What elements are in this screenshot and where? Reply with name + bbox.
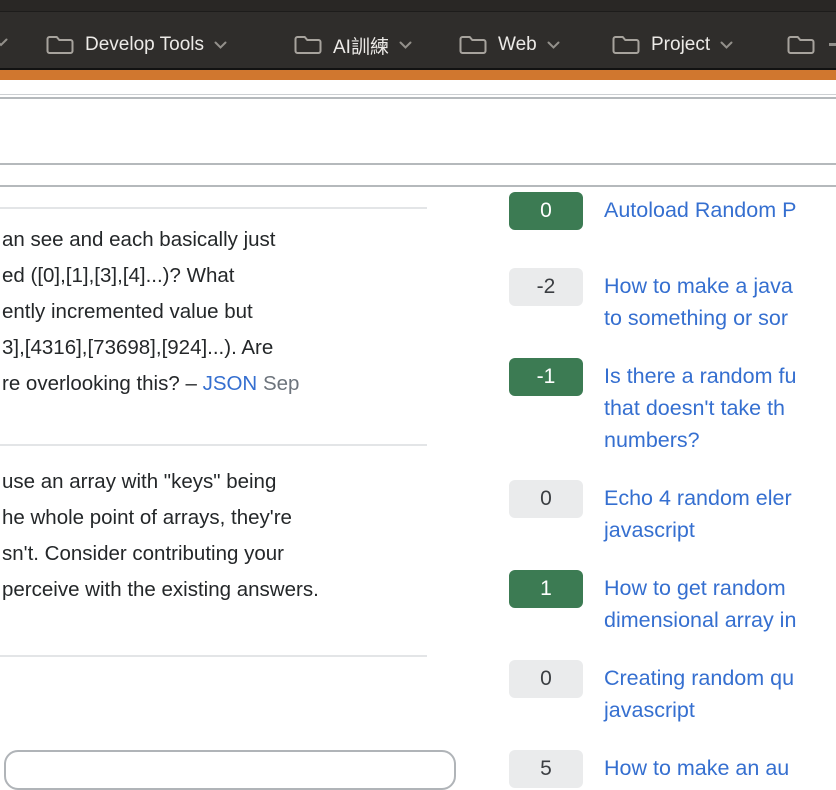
comment-text-line: ed ([0],[1],[3],[4]...)? What bbox=[2, 258, 448, 294]
comment-text-line: ently incremented value but bbox=[2, 294, 448, 330]
bookmarks-bar: Develop Tools AI訓練 Web Project bbox=[0, 0, 836, 68]
bookmark-folder-web[interactable]: Web bbox=[458, 30, 560, 60]
related-question-title-line[interactable]: Creating random qu bbox=[604, 662, 794, 694]
related-question-title-line[interactable]: dimensional array in bbox=[604, 604, 796, 636]
vote-score-badge: 0 bbox=[509, 660, 583, 698]
bookmark-label: AI訓練 bbox=[333, 32, 389, 59]
bookmark-folder-ai訓練[interactable]: AI訓練 bbox=[293, 30, 412, 60]
related-question: 1 How to get randomdimensional array in bbox=[509, 570, 836, 636]
vote-score-badge: 5 bbox=[509, 750, 583, 788]
related-question: 0 Autoload Random P bbox=[509, 192, 836, 230]
vote-score-badge: 1 bbox=[509, 570, 583, 608]
bookmark-folder-clipped[interactable] bbox=[786, 30, 816, 60]
related-question-title-line[interactable]: to something or sor bbox=[604, 302, 793, 334]
bookmark-folder-project[interactable]: Project bbox=[611, 30, 733, 60]
related-question: -2 How to make a javato something or sor bbox=[509, 268, 836, 334]
comment-1: an see and each basically justed ([0],[1… bbox=[2, 222, 448, 402]
chevron-down-icon[interactable] bbox=[0, 38, 8, 47]
chevron-down-icon bbox=[214, 41, 227, 49]
comment-text-line: he whole point of arrays, they're bbox=[2, 500, 448, 536]
related-question-title-line[interactable]: Echo 4 random eler bbox=[604, 482, 792, 514]
related-question-link[interactable]: How to make an au bbox=[604, 750, 789, 784]
bookmark-label: Project bbox=[651, 34, 710, 56]
divider bbox=[0, 444, 427, 446]
vote-score-badge: 0 bbox=[509, 480, 583, 518]
vote-score-badge: 0 bbox=[509, 192, 583, 230]
related-question: 0 Echo 4 random elerjavascript bbox=[509, 480, 836, 546]
related-question-title-line[interactable]: Autoload Random P bbox=[604, 194, 796, 226]
comment-text-line: sn't. Consider contributing your bbox=[2, 536, 448, 572]
related-question-title-line[interactable]: How to make a java bbox=[604, 270, 793, 302]
comment-input-box[interactable] bbox=[4, 750, 456, 790]
divider bbox=[0, 185, 836, 187]
divider bbox=[0, 655, 427, 657]
related-question-title-line[interactable]: numbers? bbox=[604, 424, 796, 456]
comment-text-line: perceive with the existing answers. bbox=[2, 572, 448, 608]
related-question-link[interactable]: How to get randomdimensional array in bbox=[604, 570, 796, 636]
folder-icon bbox=[611, 33, 641, 57]
comment-text: re overlooking this? – bbox=[2, 372, 203, 395]
related-question-title-line[interactable]: that doesn't take th bbox=[604, 392, 796, 424]
comment-text-line: use an array with "keys" being bbox=[2, 464, 448, 500]
vote-score-badge: -1 bbox=[509, 358, 583, 396]
theme-accent-bar bbox=[0, 70, 836, 80]
folder-icon bbox=[786, 33, 816, 57]
related-question-link[interactable]: Autoload Random P bbox=[604, 192, 796, 226]
related-question: 5 How to make an au bbox=[509, 750, 836, 788]
folder-icon bbox=[293, 33, 323, 57]
divider bbox=[0, 163, 836, 165]
comment-text-line: re overlooking this? – JSON Sep bbox=[2, 366, 448, 402]
bookmark-label: Web bbox=[498, 34, 537, 56]
chevron-down-icon bbox=[399, 41, 412, 49]
comment-author-link[interactable]: JSON bbox=[203, 372, 258, 395]
related-question-link[interactable]: Echo 4 random elerjavascript bbox=[604, 480, 792, 546]
divider bbox=[0, 207, 427, 209]
chevron-down-icon bbox=[720, 41, 733, 49]
related-question-title-line[interactable]: javascript bbox=[604, 514, 792, 546]
divider bbox=[0, 97, 836, 99]
comment-text-line: an see and each basically just bbox=[2, 222, 448, 258]
comment-date: Sep bbox=[257, 372, 299, 395]
related-question-link[interactable]: Is there a random futhat doesn't take th… bbox=[604, 358, 796, 456]
related-question-title-line[interactable]: How to make an au bbox=[604, 752, 789, 784]
related-question-title-line[interactable]: Is there a random fu bbox=[604, 360, 796, 392]
bookmark-folder-develop-tools[interactable]: Develop Tools bbox=[45, 30, 227, 60]
related-question-title-line[interactable]: How to get random bbox=[604, 572, 796, 604]
related-question-link[interactable]: How to make a javato something or sor bbox=[604, 268, 793, 334]
related-question-title-line[interactable]: javascript bbox=[604, 694, 794, 726]
related-question: -1 Is there a random futhat doesn't take … bbox=[509, 358, 836, 456]
related-question-link[interactable]: Creating random qujavascript bbox=[604, 660, 794, 726]
folder-icon bbox=[45, 33, 75, 57]
folder-icon bbox=[458, 33, 488, 57]
comment-2: use an array with "keys" beinghe whole p… bbox=[2, 464, 448, 608]
tab-strip bbox=[0, 0, 836, 12]
comment-text-line: 3],[4316],[73698],[924]...). Are bbox=[2, 330, 448, 366]
divider bbox=[0, 94, 836, 95]
chevron-down-icon bbox=[547, 41, 560, 49]
vote-score-badge: -2 bbox=[509, 268, 583, 306]
related-questions-list: 0 Autoload Random P -2 How to make a javato… bbox=[509, 192, 836, 788]
bookmark-label: Develop Tools bbox=[85, 34, 204, 56]
clipped-bookmark-fragment bbox=[829, 43, 836, 46]
related-question: 0 Creating random qujavascript bbox=[509, 660, 836, 726]
